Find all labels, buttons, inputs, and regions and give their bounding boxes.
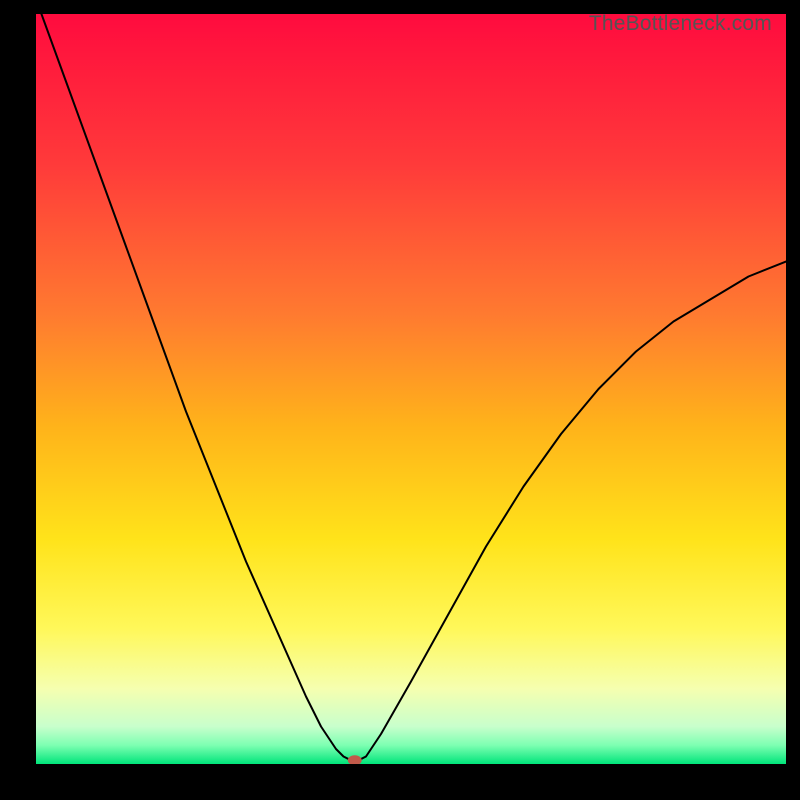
bottleneck-plot: TheBottleneck.com: [36, 14, 786, 764]
chart-frame: TheBottleneck.com: [0, 0, 800, 800]
plot-svg: [36, 14, 786, 764]
watermark: TheBottleneck.com: [589, 12, 772, 36]
